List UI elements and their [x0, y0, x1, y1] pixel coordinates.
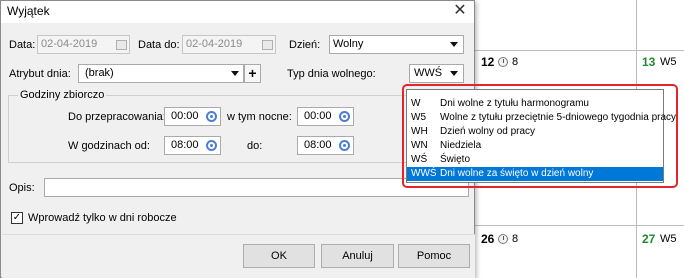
time-picker-icon[interactable]	[339, 140, 350, 151]
calendar-icon[interactable]	[116, 40, 127, 50]
calendar-gridline	[474, 50, 684, 51]
day-select-value: Wolny	[333, 38, 364, 50]
clock-icon	[498, 57, 508, 67]
date-from-value: 02-04-2019	[41, 38, 98, 50]
add-attribute-button[interactable]: +	[244, 64, 261, 83]
calendar-hours: W5	[660, 56, 677, 68]
night-value: 00:00	[304, 110, 332, 122]
attribute-select[interactable]: (brak)	[78, 64, 244, 83]
day-label: Dzień:	[289, 39, 321, 51]
ok-button[interactable]: OK	[243, 244, 315, 268]
calendar-cell-12[interactable]: 12	[481, 55, 494, 69]
close-icon[interactable]: ✕	[450, 1, 470, 21]
calendar-hours: W5	[660, 233, 677, 245]
hours-from-value: 08:00	[171, 139, 199, 151]
title-bar[interactable]: Wyjątek ✕	[1, 1, 474, 23]
free-day-type-label: Typ dnia wolnego:	[287, 68, 376, 80]
calendar-cell-27[interactable]: 27	[642, 232, 655, 246]
calendar-cell-13[interactable]: 13	[642, 55, 655, 69]
hours-to-value: 08:00	[304, 139, 332, 151]
night-label: w tym nocne:	[227, 111, 292, 123]
calendar-cell-26[interactable]: 26	[481, 232, 494, 246]
day-select[interactable]: Wolny	[329, 35, 464, 54]
to-work-value: 00:00	[171, 110, 199, 122]
chevron-down-icon[interactable]	[231, 71, 239, 76]
chevron-down-icon[interactable]	[450, 71, 458, 76]
clock-icon	[498, 234, 508, 244]
date-to-value: 02-04-2019	[186, 38, 243, 50]
cancel-button[interactable]: Anuluj	[321, 244, 394, 268]
date-to-label: Data do:	[138, 39, 180, 51]
hours-to-label: do:	[247, 140, 263, 152]
calendar-day-number: 27	[642, 232, 656, 246]
hours-from-label: W godzinach od:	[68, 140, 150, 152]
date-from-label: Data:	[9, 39, 36, 51]
attribute-label: Atrybut dnia:	[9, 68, 71, 80]
calendar-day-number: 13	[642, 55, 656, 69]
time-picker-icon[interactable]	[206, 111, 217, 122]
calendar-icon[interactable]	[262, 40, 273, 50]
calendar-hours: 8	[512, 233, 519, 245]
help-button[interactable]: Pomoc	[398, 244, 470, 268]
description-label: Opis:	[9, 182, 35, 194]
hours-group	[8, 95, 469, 163]
calendar-gridline	[474, 225, 684, 226]
highlight-frame	[402, 84, 678, 188]
hours-group-label: Godziny zbiorczo	[18, 89, 107, 101]
calendar-hours: 8	[512, 56, 519, 68]
calendar-day-number: 12	[481, 55, 495, 69]
dialog-title: Wyjątek	[7, 4, 50, 18]
time-picker-icon[interactable]	[339, 111, 350, 122]
attribute-select-value: (brak)	[85, 67, 114, 79]
dialog-footer: OK Anuluj Pomoc	[2, 234, 475, 278]
workdays-only-checkbox[interactable]: ✓	[11, 212, 23, 224]
workdays-only-label: Wprowadź tylko w dni robocze	[28, 212, 177, 224]
chevron-down-icon[interactable]	[450, 42, 458, 47]
time-picker-icon[interactable]	[206, 140, 217, 151]
free-day-type-value: WWŚ	[414, 67, 443, 79]
calendar-day-number: 26	[481, 232, 495, 246]
to-work-label: Do przepracowania:	[68, 111, 166, 123]
